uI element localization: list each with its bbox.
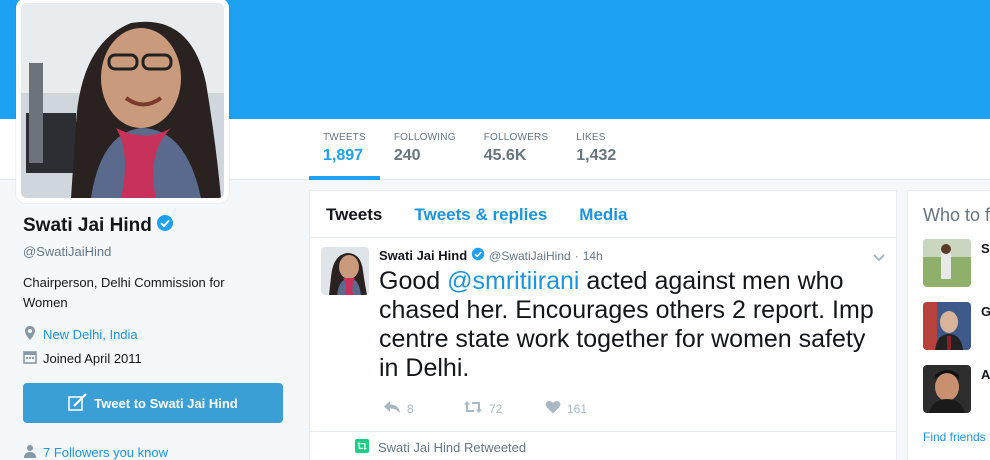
tweet-to-button[interactable]: Tweet to Swati Jai Hind <box>23 383 283 423</box>
retweet-button[interactable]: 72 <box>463 400 545 417</box>
followers-you-know-label: 7 Followers you know <box>43 445 168 460</box>
reply-icon <box>383 400 401 417</box>
location-row: New Delhi, India <box>23 325 285 344</box>
suggestion-avatar[interactable] <box>923 239 971 287</box>
stat-value: 45.6K <box>483 147 527 164</box>
profile-name[interactable]: Swati Jai Hind <box>23 215 152 237</box>
stat-following[interactable]: FOLLOWING 240 <box>380 119 470 180</box>
retweet-notice: Swati Jai Hind Retweeted <box>355 439 526 456</box>
who-to-follow-title: Who to f <box>923 205 990 225</box>
tweet-text-start: Good <box>379 267 448 295</box>
find-friends-link[interactable]: Find friends <box>923 430 986 444</box>
stat-label: FOLLOWING <box>393 132 456 143</box>
tab-tweets[interactable]: Tweets <box>310 191 398 237</box>
tweet-mention[interactable]: @smritiirani <box>447 267 579 295</box>
calendar-icon <box>23 350 37 367</box>
stat-tweets[interactable]: TWEETS 1,897 <box>309 119 380 180</box>
profile-stats: TWEETS 1,897 FOLLOWING 240 FOLLOWERS 45.… <box>309 119 630 180</box>
retweet-notice-text: Swati Jai Hind Retweeted <box>378 440 527 455</box>
tweet-author-handle[interactable]: @SwatiJaiHind <box>489 249 571 263</box>
retweet-count: 72 <box>489 401 503 416</box>
tweet-item[interactable]: Swati Jai Hind @SwatiJaiHind · 14h Good … <box>310 238 896 432</box>
name-row: Swati Jai Hind <box>23 214 285 237</box>
suggestion-avatar[interactable] <box>923 302 971 350</box>
suggestion-name[interactable]: A <box>981 367 990 382</box>
reply-count: 8 <box>407 401 414 416</box>
stat-followers[interactable]: FOLLOWERS 45.6K <box>470 119 563 180</box>
timeline-tabs: Tweets Tweets & replies Media <box>310 191 896 238</box>
verified-icon <box>156 214 174 237</box>
person-icon <box>23 444 37 460</box>
like-count: 161 <box>567 401 588 416</box>
verified-icon <box>471 247 485 264</box>
stat-label: LIKES <box>576 132 606 143</box>
tweet-to-label: Tweet to Swati Jai Hind <box>94 395 238 411</box>
joined-date: Joined April 2011 <box>43 351 142 366</box>
tweet-separator: · <box>574 248 579 263</box>
joined-row: Joined April 2011 <box>23 350 285 367</box>
retweet-icon <box>463 400 483 417</box>
suggestion-avatar[interactable] <box>923 365 971 413</box>
stat-value: 240 <box>393 147 421 164</box>
profile-card: Swati Jai Hind @SwatiJaiHind Chairperson… <box>23 214 285 423</box>
stat-value: 1,432 <box>576 147 617 164</box>
suggestion-name[interactable]: G <box>981 304 990 319</box>
reply-button[interactable]: 8 <box>383 400 463 417</box>
tweet-author-name[interactable]: Swati Jai Hind <box>379 248 467 263</box>
tweet-actions: 8 72 161 <box>383 400 625 417</box>
location-icon <box>23 325 37 344</box>
profile-avatar[interactable] <box>16 0 229 203</box>
like-button[interactable]: 161 <box>545 400 625 417</box>
tweet-timestamp[interactable]: 14h <box>583 249 603 263</box>
suggestion-name[interactable]: S <box>981 241 990 256</box>
stat-value: 1,897 <box>323 147 364 164</box>
profile-bio: Chairperson, Delhi Commission for Women <box>23 275 225 310</box>
who-to-follow-panel: Who to f S G A Find friends <box>907 190 990 460</box>
retweet-icon <box>355 439 369 456</box>
quill-icon <box>68 392 88 414</box>
location-link[interactable]: New Delhi, India <box>43 327 138 342</box>
tab-media[interactable]: Media <box>563 191 643 237</box>
timeline: Tweets Tweets & replies Media Swati Jai … <box>309 190 897 460</box>
heart-icon <box>545 400 561 417</box>
tweet-header: Swati Jai Hind @SwatiJaiHind · 14h <box>379 247 603 264</box>
followers-you-know-link[interactable]: 7 Followers you know <box>23 444 168 460</box>
stat-label: FOLLOWERS <box>483 132 549 143</box>
stat-label: TWEETS <box>323 132 366 143</box>
tweet-avatar[interactable] <box>321 247 369 295</box>
tweet-text: Good @smritiirani acted against men who … <box>379 267 879 383</box>
chevron-down-icon[interactable] <box>872 250 886 268</box>
profile-handle[interactable]: @SwatiJaiHind <box>23 244 285 259</box>
tab-tweets-replies[interactable]: Tweets & replies <box>398 191 563 237</box>
stat-likes[interactable]: LIKES 1,432 <box>562 119 630 180</box>
